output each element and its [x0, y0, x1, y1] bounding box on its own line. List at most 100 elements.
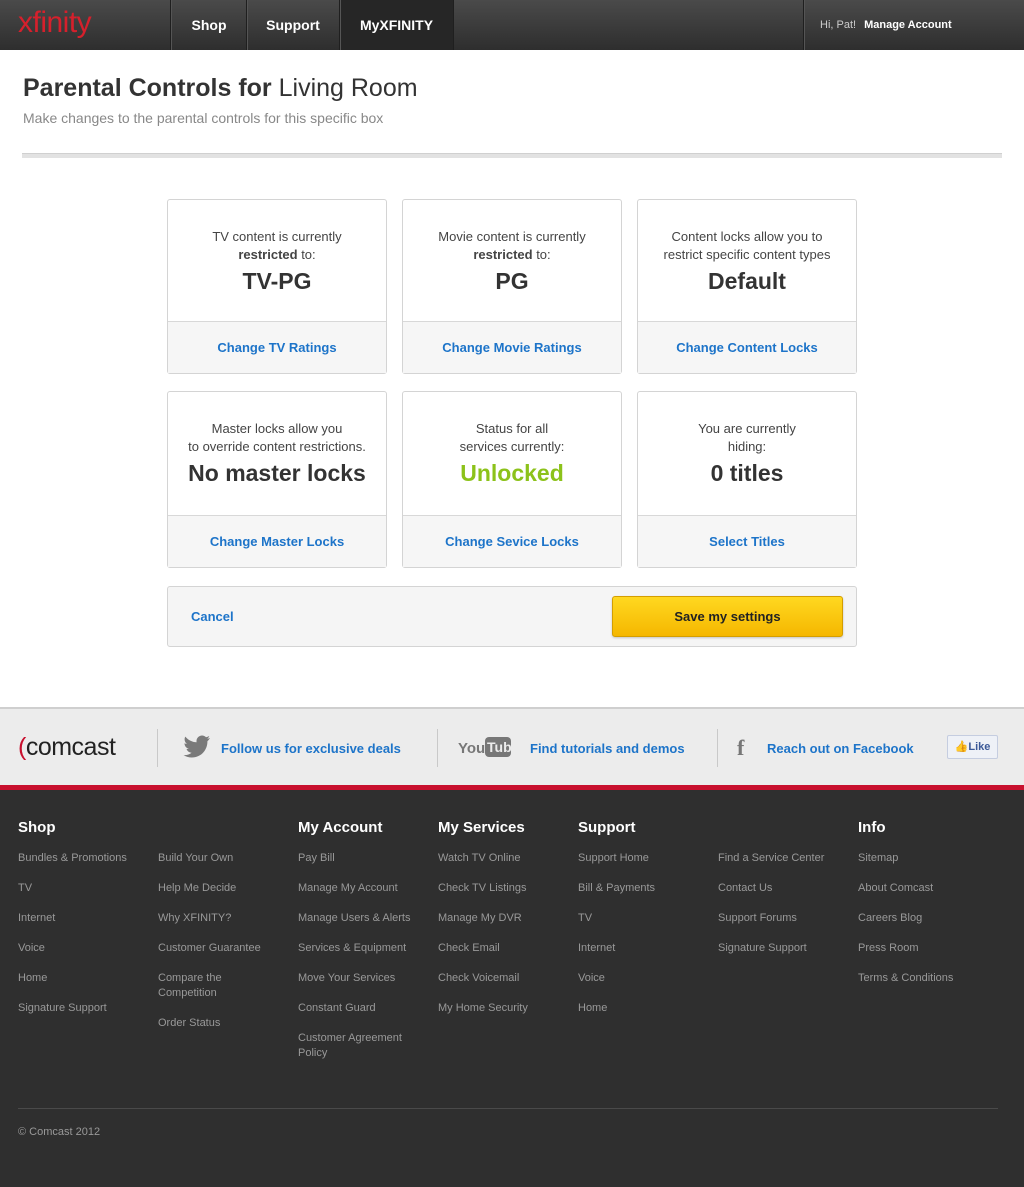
select-titles-link[interactable]: Select Titles [638, 516, 856, 567]
footer-link[interactable]: Check Voicemail [438, 971, 563, 986]
footer-link[interactable]: Customer Guarantee [158, 941, 283, 956]
footer-link[interactable]: Careers Blog [858, 911, 983, 926]
card-description: hiding: [727, 439, 767, 454]
footer-link[interactable]: Press Room [858, 941, 983, 956]
svg-text:Tube: Tube [487, 739, 512, 755]
footer-link[interactable]: Order Status [158, 1016, 283, 1031]
footer-link[interactable]: Compare the Competition [158, 971, 248, 1001]
footer-link[interactable]: Bill & Payments [578, 881, 703, 896]
page-subtitle: Make changes to the parental controls fo… [23, 110, 384, 126]
card-description: restrict specific content types [663, 247, 831, 262]
manage-account-link[interactable]: Manage Account [864, 19, 952, 31]
social-divider [717, 729, 718, 767]
social-bar: (comcast Follow us for exclusive deals Y… [0, 707, 1024, 787]
footer-link[interactable]: Help Me Decide [158, 881, 283, 896]
footer-link[interactable]: Watch TV Online [438, 851, 563, 866]
footer-link[interactable]: TV [18, 881, 143, 896]
youtube-icon[interactable]: YouTube [458, 736, 520, 764]
change-tv-ratings-link[interactable]: Change TV Ratings [168, 322, 386, 373]
footer-link[interactable]: Manage My Account [298, 881, 423, 896]
comcast-logo-mark: ( [18, 733, 26, 761]
action-bar: Cancel Save my settings [167, 586, 857, 647]
footer-link[interactable]: Bundles & Promotions [18, 851, 143, 866]
page-title: Parental Controls for Living Room [23, 74, 418, 103]
site-footer: Shop Bundles & Promotions TV Internet Vo… [0, 790, 1024, 1187]
copyright: © Comcast 2012 [18, 1126, 101, 1138]
nav-shop[interactable]: Shop [170, 0, 247, 50]
comcast-logo[interactable]: (comcast [18, 733, 116, 762]
footer-link[interactable]: My Home Security [438, 1001, 563, 1016]
like-label: Like [968, 741, 991, 753]
footer-link[interactable]: About Comcast [858, 881, 983, 896]
tv-rating-value: TV-PG [242, 268, 312, 294]
footer-link[interactable]: Check Email [438, 941, 563, 956]
footer-link[interactable]: Move Your Services [298, 971, 423, 986]
footer-link[interactable]: Build Your Own [158, 851, 283, 866]
nav-myxfinity[interactable]: MyXFINITY [339, 0, 454, 50]
hidden-titles-card: You are currently hiding: 0 titles Selec… [637, 391, 857, 568]
save-settings-button[interactable]: Save my settings [612, 596, 843, 637]
footer-link[interactable]: Voice [578, 971, 703, 986]
footer-link[interactable]: Voice [18, 941, 143, 956]
footer-link[interactable]: Check TV Listings [438, 881, 563, 896]
footer-link[interactable]: Pay Bill [298, 851, 423, 866]
facebook-icon[interactable]: f [737, 735, 744, 761]
top-nav: xfinity Shop Support MyXFINITY Hi, Pat! M… [0, 0, 1024, 50]
footer-link[interactable]: Internet [18, 911, 143, 926]
nav-support[interactable]: Support [246, 0, 339, 50]
xfinity-logo[interactable]: xfinity [18, 6, 92, 40]
youtube-link[interactable]: Find tutorials and demos [530, 741, 685, 756]
cancel-link[interactable]: Cancel [191, 609, 234, 624]
footer-link[interactable]: Home [18, 971, 143, 986]
card-description: TV content is currently [212, 229, 342, 244]
footer-link[interactable]: TV [578, 911, 703, 926]
footer-shop-col1: Bundles & Promotions TV Internet Voice H… [18, 851, 143, 1031]
master-locks-value: No master locks [188, 460, 366, 486]
footer-link[interactable]: Customer Agreement Policy [298, 1031, 413, 1061]
hidden-titles-value: 0 titles [710, 460, 784, 486]
account-area: Hi, Pat! Manage Account [803, 0, 1024, 50]
footer-link[interactable]: Manage My DVR [438, 911, 563, 926]
footer-link[interactable]: Services & Equipment [298, 941, 423, 956]
social-divider [437, 729, 438, 767]
card-description: services currently: [459, 439, 565, 454]
card-description-bold: restricted [473, 247, 533, 262]
footer-link[interactable]: Terms & Conditions [858, 971, 983, 986]
master-locks-card: Master locks allow you to override conte… [167, 391, 387, 568]
footer-link[interactable]: Support Forums [718, 911, 843, 926]
footer-info-col: Sitemap About Comcast Careers Blog Press… [858, 851, 983, 1001]
footer-link[interactable]: Contact Us [718, 881, 843, 896]
header-divider [22, 153, 1002, 158]
footer-link[interactable]: Manage Users & Alerts [298, 911, 423, 926]
card-description: Movie content is currently [438, 229, 586, 244]
footer-link[interactable]: Find a Service Center [718, 851, 843, 866]
card-description-rest: to: [532, 247, 551, 262]
footer-heading-info: Info [858, 819, 886, 836]
change-movie-ratings-link[interactable]: Change Movie Ratings [403, 322, 621, 373]
footer-link[interactable]: Sitemap [858, 851, 983, 866]
twitter-bird-icon[interactable] [183, 735, 211, 765]
twitter-link[interactable]: Follow us for exclusive deals [221, 741, 401, 756]
content-locks-card: Content locks allow you to restrict spec… [637, 199, 857, 374]
footer-link[interactable]: Constant Guard [298, 1001, 423, 1016]
thumbs-up-icon: 👍 [954, 741, 969, 753]
footer-link[interactable]: Internet [578, 941, 703, 956]
footer-link[interactable]: Signature Support [18, 1001, 143, 1016]
card-description: Status for all [475, 421, 549, 436]
page-title-bold: Parental Controls for [23, 74, 272, 102]
facebook-like-button[interactable]: 👍Like [947, 735, 998, 759]
footer-link[interactable]: Support Home [578, 851, 703, 866]
change-service-locks-link[interactable]: Change Sevice Locks [403, 516, 621, 567]
footer-support-col2: Find a Service Center Contact Us Support… [718, 851, 843, 971]
movie-ratings-card: Movie content is currently restricted to… [402, 199, 622, 374]
footer-services-col: Watch TV Online Check TV Listings Manage… [438, 851, 563, 1031]
change-content-locks-link[interactable]: Change Content Locks [638, 322, 856, 373]
social-divider [157, 729, 158, 767]
footer-link[interactable]: Signature Support [718, 941, 843, 956]
facebook-link[interactable]: Reach out on Facebook [767, 741, 914, 756]
card-description: to override content restrictions. [188, 439, 366, 454]
change-master-locks-link[interactable]: Change Master Locks [168, 516, 386, 567]
service-status-value: Unlocked [460, 460, 564, 486]
footer-link[interactable]: Home [578, 1001, 703, 1016]
footer-link[interactable]: Why XFINITY? [158, 911, 283, 926]
